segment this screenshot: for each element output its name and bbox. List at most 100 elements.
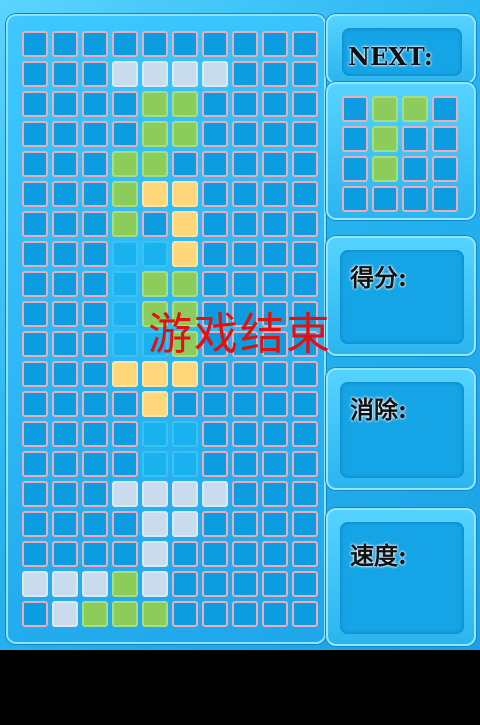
board-cell	[142, 541, 168, 567]
board-cell	[292, 421, 318, 447]
board-cell	[262, 601, 288, 627]
speed-label: 速度:	[350, 541, 407, 570]
board-cell	[172, 31, 198, 57]
board-cell	[82, 481, 108, 507]
board-cell	[112, 451, 138, 477]
board-cell	[372, 186, 398, 212]
board-cell	[172, 361, 198, 387]
board-cell	[52, 451, 78, 477]
board-cell	[202, 421, 228, 447]
board-cell	[142, 211, 168, 237]
board-cell	[82, 121, 108, 147]
board-cell	[232, 121, 258, 147]
board-cell	[112, 31, 138, 57]
board-cell	[232, 601, 258, 627]
next-label: NEXT:	[348, 42, 433, 71]
board-cell	[22, 241, 48, 267]
board-cell	[172, 61, 198, 87]
board-cell	[402, 96, 428, 122]
next-piece-preview	[342, 96, 462, 216]
board-cell	[112, 511, 138, 537]
board-cell	[22, 541, 48, 567]
board-cell	[292, 391, 318, 417]
board-cell	[172, 211, 198, 237]
board-cell	[112, 151, 138, 177]
board-cell	[112, 61, 138, 87]
board-cell	[142, 451, 168, 477]
board-cell	[112, 91, 138, 117]
board-cell	[112, 481, 138, 507]
board-cell	[22, 211, 48, 237]
board-cell	[262, 91, 288, 117]
board-cell	[22, 451, 48, 477]
board-cell	[142, 31, 168, 57]
board-cell	[292, 511, 318, 537]
board-cell	[142, 241, 168, 267]
board-cell	[82, 451, 108, 477]
board-cell	[232, 181, 258, 207]
board-cell	[202, 361, 228, 387]
board-cell	[232, 271, 258, 297]
board-cell	[232, 391, 258, 417]
board-cell	[52, 241, 78, 267]
board-cell	[262, 241, 288, 267]
board-cell	[262, 541, 288, 567]
board-cell	[52, 481, 78, 507]
board-cell	[232, 541, 258, 567]
board-cell	[202, 451, 228, 477]
board-cell	[22, 31, 48, 57]
board-cell	[262, 481, 288, 507]
board-cell	[22, 361, 48, 387]
board-cell	[52, 91, 78, 117]
board-cell	[232, 91, 258, 117]
board-cell	[22, 511, 48, 537]
board-cell	[142, 271, 168, 297]
board-cell	[372, 126, 398, 152]
board-cell	[172, 541, 198, 567]
board-cell	[202, 571, 228, 597]
board-cell	[202, 211, 228, 237]
board-cell	[292, 121, 318, 147]
board-cell	[292, 481, 318, 507]
board-cell	[292, 61, 318, 87]
board-cell	[172, 601, 198, 627]
board-cell	[232, 31, 258, 57]
board-cell	[292, 541, 318, 567]
board-cell	[172, 271, 198, 297]
board-cell	[202, 481, 228, 507]
board-cell	[262, 151, 288, 177]
board-cell	[52, 391, 78, 417]
board-cell	[262, 421, 288, 447]
board-cell	[82, 151, 108, 177]
board-cell	[22, 601, 48, 627]
board-cell	[202, 61, 228, 87]
board-cell	[52, 361, 78, 387]
board-cell	[432, 96, 458, 122]
board-cell	[22, 181, 48, 207]
board-cell	[372, 96, 398, 122]
board-cell	[402, 186, 428, 212]
board-cell	[172, 241, 198, 267]
board-cell	[142, 91, 168, 117]
board-cell	[432, 186, 458, 212]
board-cell	[262, 121, 288, 147]
board-cell	[262, 391, 288, 417]
board-cell	[82, 571, 108, 597]
board-cell	[82, 541, 108, 567]
board-cell	[52, 61, 78, 87]
board-cell	[82, 361, 108, 387]
board-cell	[142, 601, 168, 627]
board-cell	[232, 241, 258, 267]
next-header-panel: NEXT:	[326, 14, 476, 84]
board-cell	[52, 181, 78, 207]
board-cell	[142, 151, 168, 177]
board-cell	[232, 451, 258, 477]
board-cell	[82, 181, 108, 207]
board-cell	[82, 271, 108, 297]
board-cell	[52, 121, 78, 147]
board-cell	[172, 391, 198, 417]
board-cell	[172, 451, 198, 477]
board-cell	[232, 511, 258, 537]
board-cell	[22, 271, 48, 297]
board-cell	[82, 391, 108, 417]
